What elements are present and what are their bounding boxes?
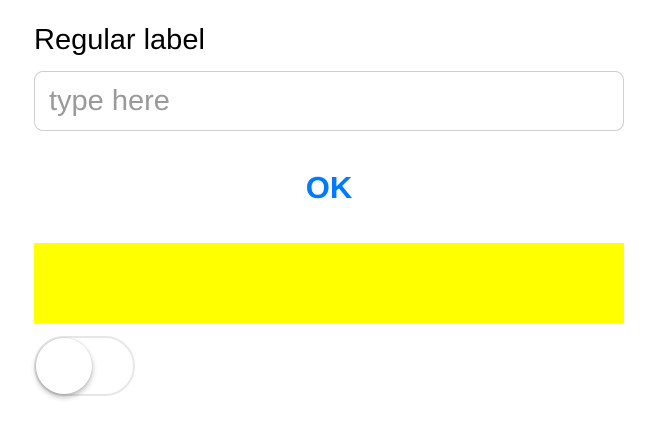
yellow-color-box xyxy=(34,243,624,323)
app-screen: Regular label OK xyxy=(0,0,660,440)
text-input-field[interactable] xyxy=(34,71,624,131)
toggle-switch[interactable] xyxy=(34,336,135,396)
toggle-switch-knob[interactable] xyxy=(36,338,92,394)
ok-button[interactable]: OK xyxy=(34,158,624,218)
regular-label: Regular label xyxy=(34,24,205,56)
